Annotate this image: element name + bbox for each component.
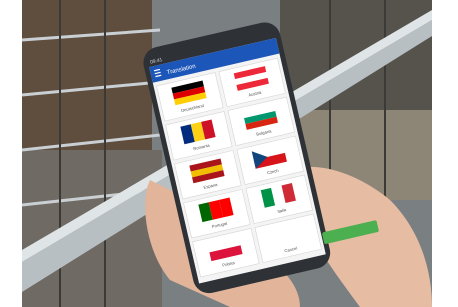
photo-scene: 09:41 Translation DeutschlandAustriaRoma… [0,0,458,307]
office-floor-left [22,0,152,150]
